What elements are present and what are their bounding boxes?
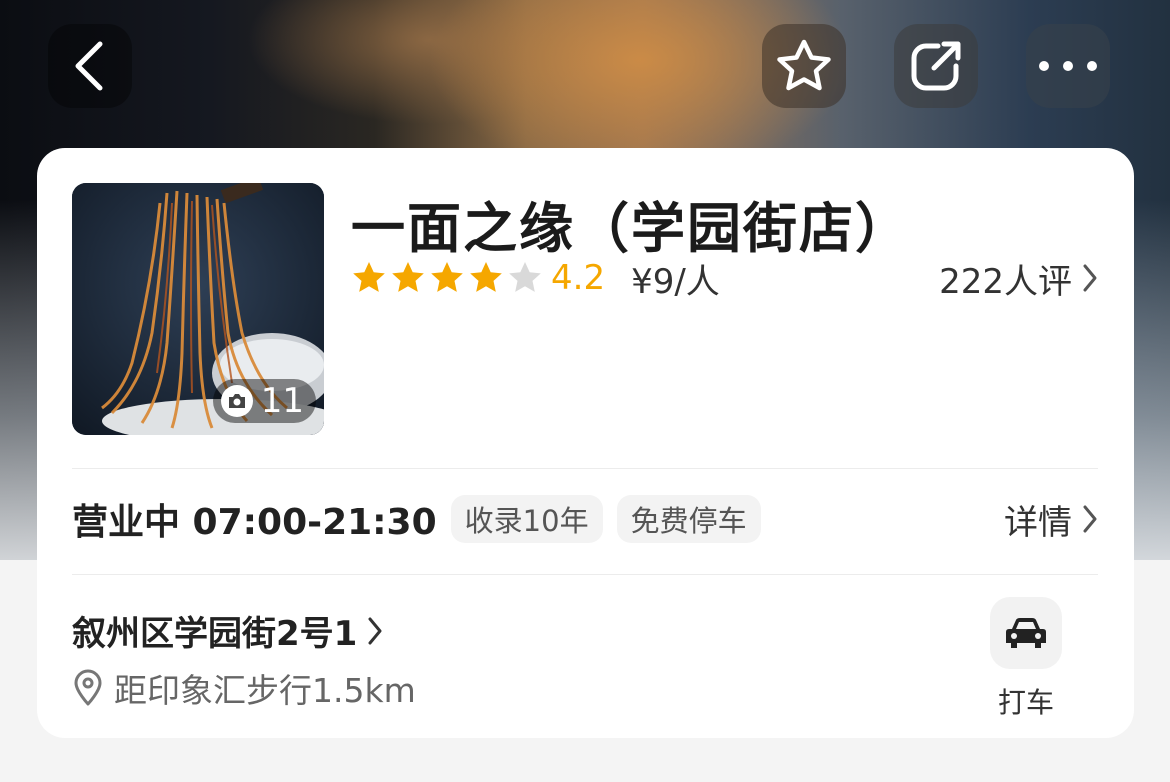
back-icon [75,41,103,91]
tag-listed-years: 收录10年 [450,495,603,543]
divider [72,468,1098,469]
address-link[interactable]: 叙州区学园街2号1 [72,606,383,655]
star-rating [351,260,543,296]
more-icon [1039,61,1097,71]
chevron-right-icon [1083,264,1097,292]
review-count: 222人评 [939,261,1072,302]
divider [72,574,1098,575]
star-icon [470,262,502,292]
rating-score: 4.2 [551,258,606,298]
details-label: 详情 [1004,502,1072,543]
tag-free-parking: 免费停车 [616,495,761,543]
shop-photo[interactable]: 11 [72,183,324,435]
location-pin-icon [74,669,102,706]
star-icon [509,262,541,292]
star-icon [431,262,463,292]
opening-hours: 营业中 07:00-21:30 [72,502,437,543]
taxi-label: 打车 [997,686,1054,719]
photo-count: 11 [260,381,304,421]
back-button[interactable] [48,24,132,108]
camera-icon [220,385,253,417]
shop-info-card: 11 一面之缘（学园街店） 4.2 ¥9/人 222人评 营业中 07:00-2… [37,148,1134,738]
favorite-button[interactable] [762,24,846,108]
shop-name: 一面之缘（学园街店） [351,197,911,260]
star-icon [353,262,385,292]
details-link[interactable]: 详情 [1004,495,1098,544]
share-icon [911,41,961,91]
photo-count-badge[interactable]: 11 [212,379,316,423]
chevron-right-icon [1083,505,1097,533]
distance-row: 距印象汇步行1.5km [72,664,416,712]
distance-text: 距印象汇步行1.5km [114,671,416,710]
address-text: 叙州区学园街2号1 [72,614,358,654]
star-outline-icon [777,39,831,91]
taxi-button[interactable]: 打车 [990,597,1062,721]
reviews-link[interactable]: 222人评 [939,256,1098,302]
car-icon [1006,618,1046,648]
rating-row: 4.2 ¥9/人 [351,256,720,302]
hours-row: 营业中 07:00-21:30 收录10年 免费停车 详情 [72,493,1098,545]
share-button[interactable] [894,24,978,108]
star-icon [392,262,424,292]
taxi-icon-box [990,597,1062,669]
more-button[interactable] [1026,24,1110,108]
chevron-right-icon [368,617,382,644]
price-per-person: ¥9/人 [631,261,720,302]
